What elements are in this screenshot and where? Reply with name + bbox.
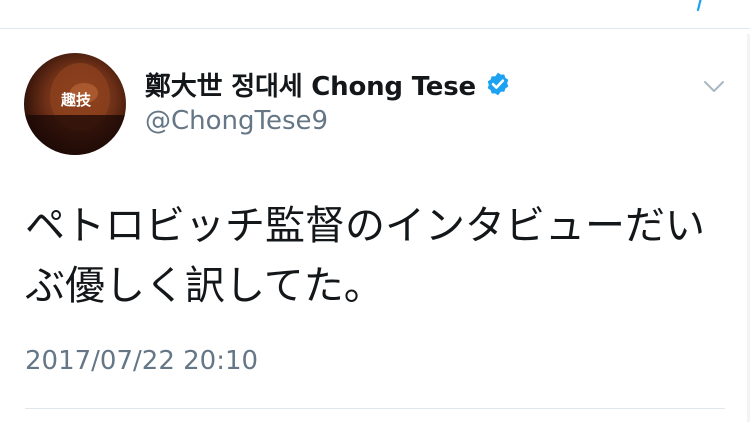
tweet-timestamp[interactable]: 2017/07/22 20:10 [25, 346, 258, 376]
tweet-text: ペトロビッチ監督のインタビューだいぶ優しく訳してた。 [25, 203, 705, 309]
partial-blue-icon [696, 0, 702, 12]
author-display-name[interactable]: 鄭大世 정대세 Chong Tese [145, 66, 476, 103]
author-name-row: 鄭大世 정대세 Chong Tese [145, 66, 511, 102]
bottom-divider [25, 408, 725, 409]
top-divider-strip [0, 0, 750, 29]
avatar[interactable]: 趣技 [24, 53, 126, 155]
verified-badge-icon [487, 72, 509, 96]
avatar-overlay-text: 趣技 [60, 91, 92, 109]
author-handle[interactable]: @ChongTese9 [145, 106, 328, 136]
chevron-down-icon[interactable] [702, 74, 726, 98]
avatar-photo: 趣技 [24, 63, 126, 155]
